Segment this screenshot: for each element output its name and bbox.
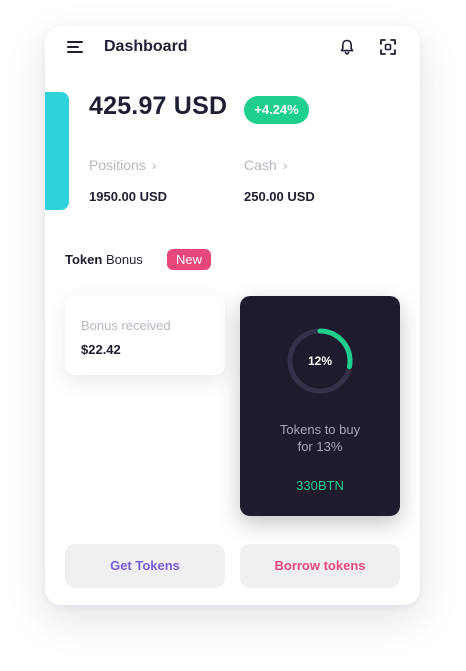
positions-value: 1950.00 USD	[89, 189, 168, 204]
cash-link[interactable]: Cash ›	[244, 157, 287, 173]
change-badge: +4.24%	[244, 96, 309, 124]
new-badge: New	[167, 249, 211, 270]
top-bar: Dashboard	[45, 26, 420, 72]
dashboard-card: Dashboard 425.97 USD +4.24% Positions › 1…	[45, 26, 420, 605]
accent-bar	[45, 92, 69, 210]
positions-label: Positions	[89, 157, 146, 173]
bonus-value: $22.42	[81, 342, 121, 357]
cash-value: 250.00 USD	[244, 189, 315, 204]
tokens-to-buy-line2: for 13%	[297, 439, 343, 454]
token-bonus-title: Token Bonus	[65, 252, 143, 267]
bonus-received-card: Bonus received $22.42	[65, 296, 225, 375]
bonus-label: Bonus received	[81, 318, 171, 333]
balance-amount: 425.97 USD	[89, 92, 228, 120]
chevron-right-icon: ›	[151, 157, 157, 173]
scan-icon[interactable]	[379, 38, 397, 56]
borrow-tokens-button[interactable]: Borrow tokens	[240, 544, 400, 588]
positions-link[interactable]: Positions ›	[89, 157, 156, 173]
menu-icon[interactable]	[67, 40, 85, 54]
get-tokens-button[interactable]: Get Tokens	[65, 544, 225, 588]
token-bonus-title-bold: Token	[65, 252, 103, 267]
cash-label: Cash	[244, 157, 277, 173]
tokens-to-buy-line1: Tokens to buy	[279, 422, 361, 437]
token-bonus-title-rest: Bonus	[102, 252, 143, 267]
page-title: Dashboard	[104, 38, 188, 55]
chevron-right-icon: ›	[282, 157, 288, 173]
tokens-to-buy-card: 12% Tokens to buy for 13% 330BTN	[240, 296, 400, 516]
tokens-amount: 330BTN	[296, 478, 344, 493]
progress-label: 12%	[307, 354, 333, 368]
bell-icon[interactable]	[338, 38, 356, 56]
